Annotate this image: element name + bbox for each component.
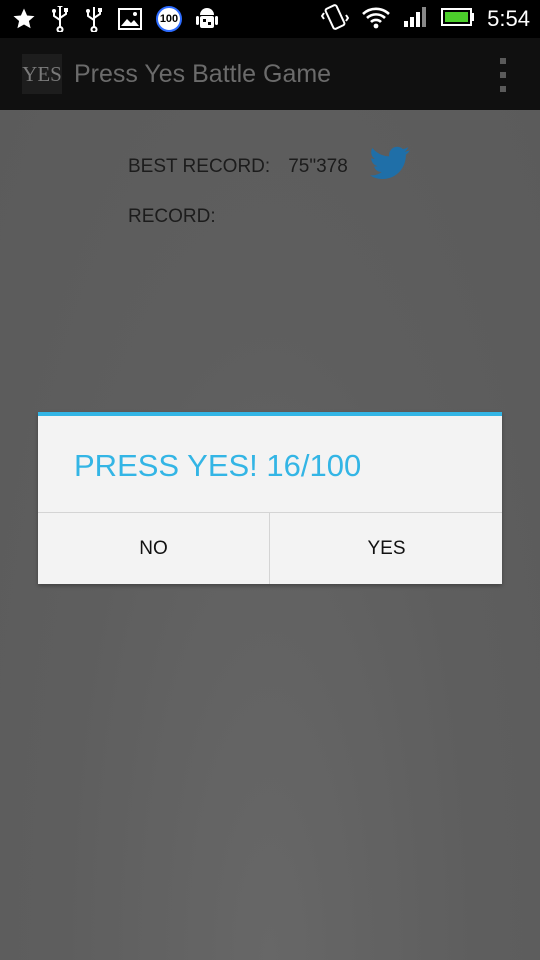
action-bar: YES Press Yes Battle Game: [0, 38, 540, 110]
overflow-dot: [500, 86, 506, 92]
yes-button[interactable]: YES: [271, 513, 502, 584]
status-bar: 100 5:54: [0, 0, 540, 38]
overflow-menu-icon[interactable]: [498, 58, 508, 92]
star-icon: [12, 7, 36, 31]
app-title: Press Yes Battle Game: [74, 60, 332, 88]
app-icon[interactable]: YES: [22, 54, 62, 94]
battery-100-badge: 100: [156, 6, 182, 32]
status-icons-right: 5:54: [320, 3, 530, 36]
battery-icon: [441, 7, 475, 31]
best-record-value: 75"378: [288, 156, 348, 177]
best-record-row: BEST RECORD: 75"378: [128, 156, 348, 178]
usb-icon: [50, 6, 70, 32]
press-yes-dialog: PRESS YES! 16/100 NO YES: [38, 412, 502, 584]
no-button[interactable]: NO: [38, 513, 269, 584]
signal-icon: [403, 6, 429, 33]
dialog-accent-line: [38, 412, 502, 416]
best-record-label: BEST RECORD:: [128, 156, 271, 177]
overflow-dot: [500, 58, 506, 64]
vibrate-icon: [320, 3, 350, 36]
status-icons-left: 100: [12, 4, 218, 34]
android-debug-icon: [196, 6, 218, 32]
usb-icon: [84, 6, 104, 32]
button-divider: [269, 513, 270, 584]
status-time: 5:54: [487, 6, 530, 31]
record-label: RECORD:: [128, 206, 216, 227]
wifi-icon: [361, 5, 391, 34]
image-icon: [118, 8, 142, 30]
overflow-dot: [500, 72, 506, 78]
twitter-icon[interactable]: [370, 146, 410, 185]
record-row: RECORD:: [128, 206, 216, 228]
dialog-title: PRESS YES! 16/100: [74, 448, 362, 483]
